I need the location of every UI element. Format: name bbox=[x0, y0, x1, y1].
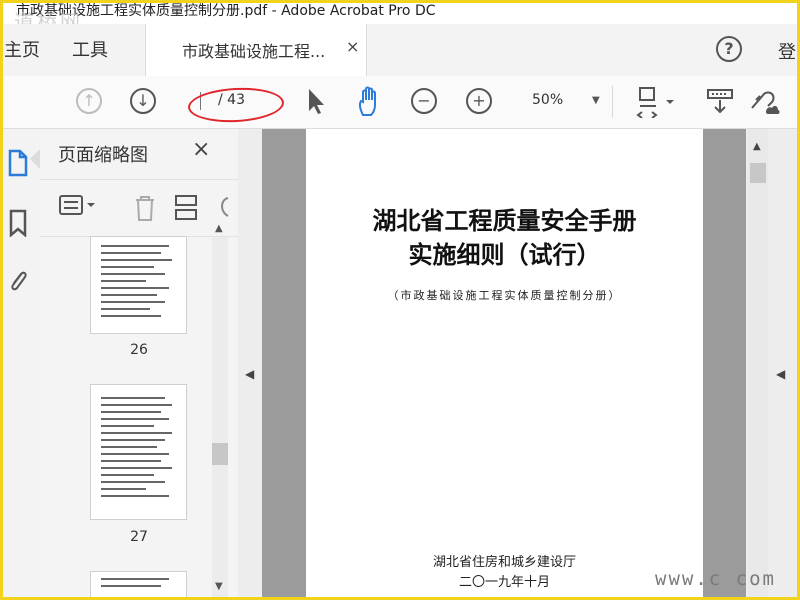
thumbnail-scroll-thumb[interactable] bbox=[212, 443, 228, 465]
page-fit-icon[interactable] bbox=[636, 86, 680, 118]
thumbnail-scrollbar[interactable] bbox=[212, 237, 228, 600]
document-page: 湖北省工程质量安全手册 实施细则（试行） （市政基础设施工程实体质量控制分册） … bbox=[306, 129, 703, 600]
hand-tool-icon[interactable] bbox=[356, 85, 384, 117]
doc-scroll-up-icon[interactable]: ▲ bbox=[753, 141, 761, 152]
document-organization: 湖北省住房和城乡建设厅 bbox=[432, 555, 576, 570]
panel-pointer bbox=[30, 149, 40, 169]
document-date: 二〇一九年十月 bbox=[458, 575, 550, 590]
tab-document[interactable]: 市政基础设施工程... × bbox=[145, 24, 367, 76]
zoom-in-icon[interactable]: + bbox=[466, 88, 492, 114]
rotate-page-icon[interactable] bbox=[216, 194, 230, 222]
panel-toolbar bbox=[40, 179, 238, 237]
document-tab-label: 市政基础设施工程... bbox=[182, 42, 326, 61]
close-panel-icon[interactable]: × bbox=[192, 137, 210, 162]
panel-title: 页面缩略图 bbox=[58, 145, 148, 166]
scroll-down-icon[interactable]: ▼ bbox=[215, 581, 223, 592]
link-share-icon[interactable] bbox=[746, 86, 780, 116]
left-gutter bbox=[238, 129, 262, 600]
zoom-out-icon[interactable]: − bbox=[411, 88, 437, 114]
main-toolbar: ↑ ↓ / 43 − + 50% ▼ bbox=[0, 76, 800, 129]
thumbnail-label: 27 bbox=[130, 529, 148, 545]
document-scrollbar[interactable] bbox=[748, 129, 768, 600]
page-thumbnail-26[interactable] bbox=[91, 237, 186, 333]
bookmarks-icon[interactable] bbox=[6, 209, 30, 237]
extract-page-icon[interactable] bbox=[174, 194, 200, 222]
title-bar: 市政基础设施工程实体质量控制分册.pdf - Adobe Acrobat Pro… bbox=[0, 0, 800, 34]
document-title-line-2: 实施细则（试行） bbox=[408, 240, 601, 269]
delete-page-icon[interactable] bbox=[132, 194, 158, 222]
tab-home[interactable]: 主页 bbox=[4, 36, 40, 62]
attachments-icon[interactable] bbox=[6, 267, 30, 297]
left-nav-rail bbox=[0, 129, 41, 600]
toolbar-divider bbox=[612, 86, 613, 118]
expand-right-panel-icon[interactable]: ◀ bbox=[776, 367, 785, 381]
thumbnail-label: 26 bbox=[130, 342, 148, 358]
document-subtitle: （市政基础设施工程实体质量控制分册） bbox=[387, 289, 622, 302]
next-page-icon[interactable]: ↓ bbox=[130, 88, 156, 114]
thumbnails-panel: 页面缩略图 × 26 27 ▲ ▼ bbox=[40, 129, 239, 600]
zoom-select[interactable]: 50% bbox=[532, 92, 563, 108]
document-scroll-thumb[interactable] bbox=[750, 163, 766, 183]
document-title-line-1: 湖北省工程质量安全手册 bbox=[372, 206, 637, 235]
tab-bar: 主页 工具 bbox=[0, 24, 800, 77]
help-icon[interactable]: ? bbox=[716, 36, 742, 62]
collapse-left-panel-icon[interactable]: ◀ bbox=[245, 367, 254, 381]
zoom-dropdown-icon[interactable]: ▼ bbox=[592, 95, 600, 106]
close-tab-icon[interactable]: × bbox=[346, 37, 359, 56]
select-cursor-icon[interactable] bbox=[306, 87, 326, 115]
page-thumbnails-icon[interactable] bbox=[6, 149, 30, 177]
tab-tools[interactable]: 工具 bbox=[72, 36, 108, 62]
page-thumbnail-27[interactable] bbox=[91, 385, 186, 519]
scroll-up-icon[interactable]: ▲ bbox=[215, 223, 223, 234]
watermark-bottom-right: www.c com bbox=[655, 568, 776, 590]
sign-in-button[interactable]: 登 bbox=[778, 38, 796, 64]
read-mode-icon[interactable] bbox=[706, 86, 734, 116]
document-view[interactable]: ◀ 湖北省工程质量安全手册 实施细则（试行） （市政基础设施工程实体质量控制分册… bbox=[238, 129, 800, 600]
previous-page-icon[interactable]: ↑ bbox=[76, 88, 102, 114]
options-menu-icon[interactable] bbox=[58, 194, 98, 218]
page-thumbnail-28[interactable] bbox=[91, 572, 186, 600]
